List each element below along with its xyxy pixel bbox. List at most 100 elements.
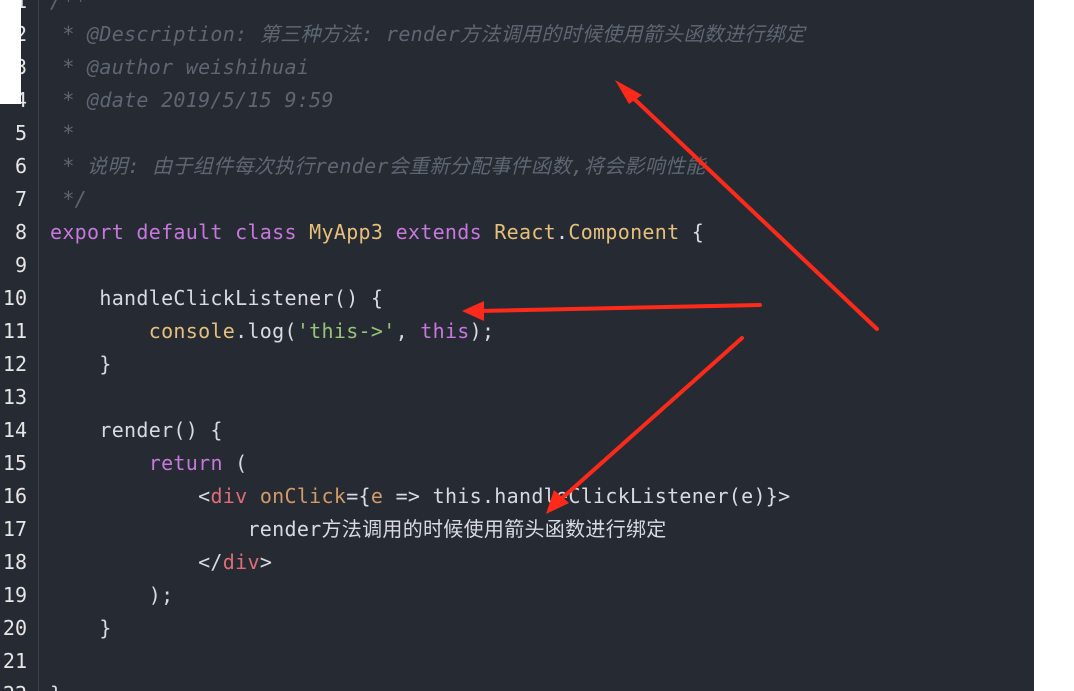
code-token: => this.handleClickListener(e)}> xyxy=(383,484,791,508)
line-number: 7 xyxy=(14,187,27,211)
code-text: * @date 2019/5/15 9:59 xyxy=(50,84,334,117)
code-line[interactable]: 5 * xyxy=(0,117,1034,150)
code-token: < xyxy=(50,484,211,508)
line-number: 5 xyxy=(14,121,27,145)
code-token: onClick xyxy=(259,484,347,508)
code-token: render方法调用的时候使用箭头函数进行绑定 xyxy=(50,517,667,541)
code-token: MyApp3 xyxy=(309,220,396,244)
code-editor[interactable]: 1/**2 * @Description: 第三种方法: render方法调用的… xyxy=(0,0,1034,691)
code-line[interactable]: 3 * @author weishihuai xyxy=(0,51,1034,84)
line-number: 10 xyxy=(2,286,27,310)
line-number: 12 xyxy=(2,352,27,376)
code-token: */ xyxy=(50,187,88,211)
code-text: </div> xyxy=(50,546,272,579)
code-line[interactable]: 12 } xyxy=(0,348,1034,381)
code-token: } xyxy=(50,352,112,376)
line-number: 21 xyxy=(2,649,27,673)
code-line[interactable]: 20 } xyxy=(0,612,1034,645)
code-line[interactable]: 11 console.log('this->', this); xyxy=(0,315,1034,348)
code-token: , xyxy=(395,319,421,343)
code-line[interactable]: 10 handleClickListener() { xyxy=(0,282,1034,315)
code-line[interactable]: 19 ); xyxy=(0,579,1034,612)
line-number: 13 xyxy=(2,385,27,409)
code-token: render() { xyxy=(50,418,223,442)
code-token: div xyxy=(210,484,260,508)
code-line[interactable]: 7 */ xyxy=(0,183,1034,216)
code-line[interactable]: 4 * @date 2019/5/15 9:59 xyxy=(0,84,1034,117)
code-token: this xyxy=(420,319,470,343)
code-token: Component xyxy=(568,220,680,244)
line-number: 17 xyxy=(2,517,27,541)
code-text: console.log('this->', this); xyxy=(50,315,494,348)
code-line[interactable]: 21 xyxy=(0,645,1034,678)
code-token: } xyxy=(50,682,62,691)
line-number: 20 xyxy=(2,616,27,640)
code-text: * @author weishihuai xyxy=(50,51,309,84)
code-token: export default class xyxy=(50,220,310,244)
line-number: 19 xyxy=(2,583,27,607)
line-number: 22 xyxy=(0,678,27,691)
code-token: 'this->' xyxy=(296,319,396,343)
code-text: * @Description: 第三种方法: render方法调用的时候使用箭头… xyxy=(50,18,805,51)
code-text: * 说明: 由于组件每次执行render会重新分配事件函数,将会影响性能 xyxy=(50,150,706,183)
code-line[interactable]: 9 xyxy=(0,249,1034,282)
code-text: } xyxy=(50,612,112,645)
code-token: * @Description: 第三种方法: render方法调用的时候使用箭头… xyxy=(50,22,806,46)
code-text: */ xyxy=(50,183,87,216)
code-token: .log( xyxy=(235,319,297,343)
code-token: ); xyxy=(469,319,495,343)
code-text: return ( xyxy=(50,447,247,480)
code-line[interactable]: 2 * @Description: 第三种方法: render方法调用的时候使用… xyxy=(0,18,1034,51)
line-number: 15 xyxy=(2,451,27,475)
code-text: ); xyxy=(50,579,173,612)
code-token: * @date 2019/5/15 9:59 xyxy=(50,88,334,112)
line-number: 6 xyxy=(14,154,27,178)
code-token: extends xyxy=(395,220,495,244)
code-token: . xyxy=(556,220,569,244)
code-token: * 说明: 由于组件每次执行render会重新分配事件函数,将会影响性能 xyxy=(50,154,706,178)
code-line[interactable]: 15 return ( xyxy=(0,447,1034,480)
line-number: 18 xyxy=(2,550,27,574)
code-text: <div onClick={e => this.handleClickListe… xyxy=(50,480,791,513)
code-token: e xyxy=(370,484,384,508)
line-number: 9 xyxy=(14,253,27,277)
code-line[interactable]: 6 * 说明: 由于组件每次执行render会重新分配事件函数,将会影响性能 xyxy=(0,150,1034,183)
code-token: div xyxy=(222,550,260,574)
code-text: render方法调用的时候使用箭头函数进行绑定 xyxy=(50,513,667,546)
code-token: { xyxy=(679,220,705,244)
code-line[interactable]: 17 render方法调用的时候使用箭头函数进行绑定 xyxy=(0,513,1034,546)
white-overlay-patch xyxy=(0,0,21,104)
code-line[interactable]: 8 export default class MyApp3 extends Rea… xyxy=(0,216,1034,249)
code-token: } xyxy=(50,616,112,640)
code-text: export default class MyApp3 extends Reac… xyxy=(50,216,704,249)
code-token: </ xyxy=(50,550,223,574)
line-number: 8 xyxy=(14,220,27,244)
code-token: console xyxy=(148,319,236,343)
code-line[interactable]: 14 render() { xyxy=(0,414,1034,447)
code-line[interactable]: 18 </div> xyxy=(0,546,1034,579)
line-number: 16 xyxy=(2,484,27,508)
code-text: * xyxy=(50,117,75,150)
code-token: > xyxy=(259,550,273,574)
code-token: handleClickListener() { xyxy=(50,286,384,310)
code-text: } xyxy=(50,348,112,381)
code-token: * @author weishihuai xyxy=(50,55,310,79)
code-line[interactable]: 13 xyxy=(0,381,1034,414)
code-token: ( xyxy=(222,451,248,475)
code-token: /** xyxy=(50,0,88,13)
code-line[interactable]: 1/** xyxy=(0,0,1034,18)
code-token: ); xyxy=(50,583,174,607)
code-token: * xyxy=(50,121,75,145)
code-line[interactable]: 16 <div onClick={e => this.handleClickLi… xyxy=(0,480,1034,513)
code-text: render() { xyxy=(50,414,223,447)
code-line[interactable]: 22} xyxy=(0,678,1034,691)
code-text: /** xyxy=(50,0,87,18)
code-token: ={ xyxy=(346,484,371,508)
code-text: handleClickListener() { xyxy=(50,282,383,315)
line-number: 11 xyxy=(2,319,27,343)
line-number: 14 xyxy=(2,418,27,442)
code-text: } xyxy=(50,678,62,691)
code-token: return xyxy=(148,451,223,475)
